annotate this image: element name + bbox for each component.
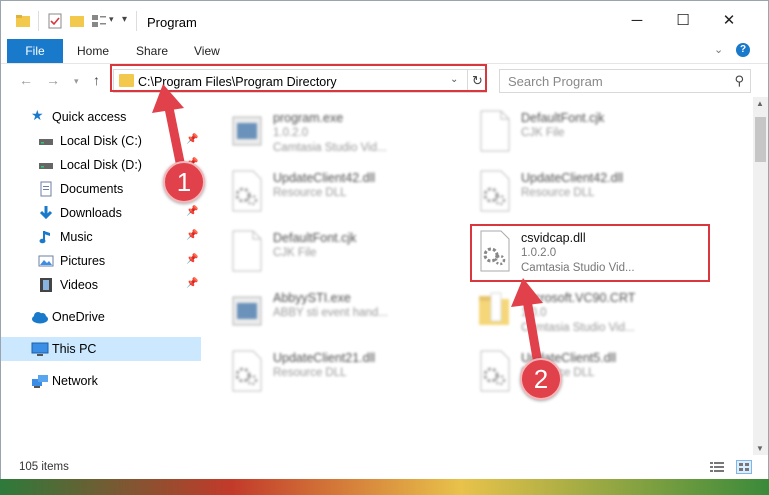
arrow-2-shaft	[522, 295, 543, 369]
annotation-arrows	[152, 84, 543, 369]
callout-1: 1	[163, 161, 205, 203]
callout-2: 2	[520, 358, 562, 400]
arrow-1-head	[152, 84, 184, 113]
arrow-2-head	[511, 278, 543, 307]
